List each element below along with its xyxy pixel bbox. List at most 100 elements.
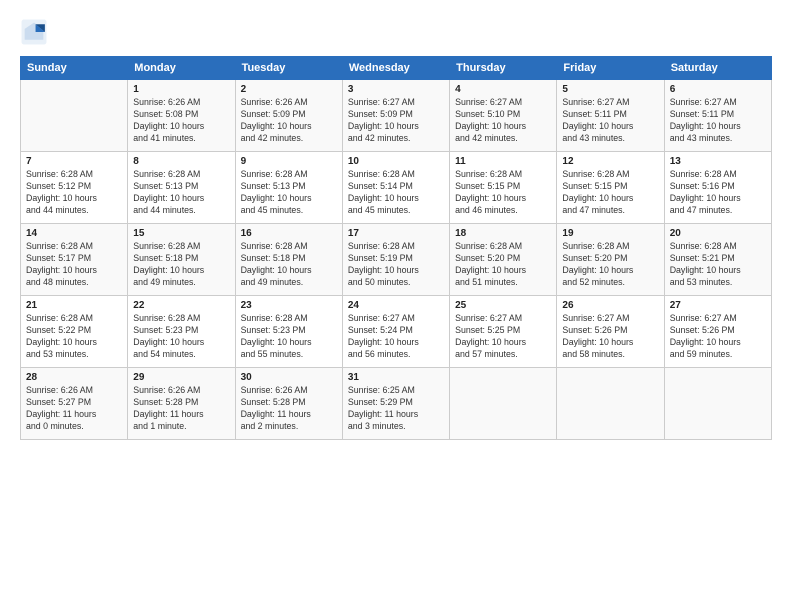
table-row: 10 Sunrise: 6:28 AM Sunset: 5:14 PM Dayli… xyxy=(342,152,449,224)
col-tuesday: Tuesday xyxy=(235,57,342,80)
day-number: 23 xyxy=(241,300,337,311)
day-number: 12 xyxy=(562,156,658,167)
day-number: 10 xyxy=(348,156,444,167)
day-info: Sunrise: 6:26 AM Sunset: 5:27 PM Dayligh… xyxy=(26,385,122,433)
table-row: 16 Sunrise: 6:28 AM Sunset: 5:18 PM Dayli… xyxy=(235,224,342,296)
table-row: 5 Sunrise: 6:27 AM Sunset: 5:11 PM Daylig… xyxy=(557,80,664,152)
day-info: Sunrise: 6:28 AM Sunset: 5:23 PM Dayligh… xyxy=(133,313,229,361)
table-row: 2 Sunrise: 6:26 AM Sunset: 5:09 PM Daylig… xyxy=(235,80,342,152)
table-row: 4 Sunrise: 6:27 AM Sunset: 5:10 PM Daylig… xyxy=(450,80,557,152)
table-row: 31 Sunrise: 6:25 AM Sunset: 5:29 PM Dayli… xyxy=(342,368,449,440)
col-thursday: Thursday xyxy=(450,57,557,80)
calendar-week-row: 14 Sunrise: 6:28 AM Sunset: 5:17 PM Dayli… xyxy=(21,224,772,296)
table-row: 1 Sunrise: 6:26 AM Sunset: 5:08 PM Daylig… xyxy=(128,80,235,152)
table-row: 8Sunrise: 6:28 AM Sunset: 5:13 PM Daylig… xyxy=(128,152,235,224)
day-info: Sunrise: 6:28 AM Sunset: 5:18 PM Dayligh… xyxy=(241,241,337,289)
day-number: 4 xyxy=(455,84,551,95)
day-number: 31 xyxy=(348,372,444,383)
day-number: 6 xyxy=(670,84,766,95)
day-number: 18 xyxy=(455,228,551,239)
table-row xyxy=(664,368,771,440)
day-info: Sunrise: 6:28 AM Sunset: 5:12 PM Dayligh… xyxy=(26,169,122,217)
day-info: Sunrise: 6:28 AM Sunset: 5:13 PM Dayligh… xyxy=(241,169,337,217)
table-row: 12 Sunrise: 6:28 AM Sunset: 5:15 PM Dayli… xyxy=(557,152,664,224)
day-info: Sunrise: 6:25 AM Sunset: 5:29 PM Dayligh… xyxy=(348,385,444,433)
day-number: 17 xyxy=(348,228,444,239)
day-number: 2 xyxy=(241,84,337,95)
day-number: 22 xyxy=(133,300,229,311)
day-info: Sunrise: 6:27 AM Sunset: 5:26 PM Dayligh… xyxy=(562,313,658,361)
day-info: Sunrise: 6:28 AM Sunset: 5:21 PM Dayligh… xyxy=(670,241,766,289)
day-number: 7 xyxy=(26,156,122,167)
table-row: 14 Sunrise: 6:28 AM Sunset: 5:17 PM Dayli… xyxy=(21,224,128,296)
table-row: 9 Sunrise: 6:28 AM Sunset: 5:13 PM Daylig… xyxy=(235,152,342,224)
table-row: 22 Sunrise: 6:28 AM Sunset: 5:23 PM Dayli… xyxy=(128,296,235,368)
col-wednesday: Wednesday xyxy=(342,57,449,80)
day-info: Sunrise: 6:28 AM Sunset: 5:16 PM Dayligh… xyxy=(670,169,766,217)
day-info: Sunrise: 6:27 AM Sunset: 5:11 PM Dayligh… xyxy=(670,97,766,145)
day-number: 29 xyxy=(133,372,229,383)
day-info: Sunrise: 6:27 AM Sunset: 5:10 PM Dayligh… xyxy=(455,97,551,145)
day-info: Sunrise: 6:28 AM Sunset: 5:20 PM Dayligh… xyxy=(455,241,551,289)
table-row: 27 Sunrise: 6:27 AM Sunset: 5:26 PM Dayli… xyxy=(664,296,771,368)
header xyxy=(20,18,772,46)
day-number: 19 xyxy=(562,228,658,239)
day-number: 25 xyxy=(455,300,551,311)
table-row: 28 Sunrise: 6:26 AM Sunset: 5:27 PM Dayli… xyxy=(21,368,128,440)
table-row: 13 Sunrise: 6:28 AM Sunset: 5:16 PM Dayli… xyxy=(664,152,771,224)
table-row: 17Sunrise: 6:28 AM Sunset: 5:19 PM Dayli… xyxy=(342,224,449,296)
day-number: 5 xyxy=(562,84,658,95)
day-number: 3 xyxy=(348,84,444,95)
day-number: 28 xyxy=(26,372,122,383)
table-row: 20Sunrise: 6:28 AM Sunset: 5:21 PM Dayli… xyxy=(664,224,771,296)
calendar-week-row: 1 Sunrise: 6:26 AM Sunset: 5:08 PM Daylig… xyxy=(21,80,772,152)
table-row xyxy=(557,368,664,440)
table-row: 21 Sunrise: 6:28 AM Sunset: 5:22 PM Dayli… xyxy=(21,296,128,368)
day-info: Sunrise: 6:28 AM Sunset: 5:20 PM Dayligh… xyxy=(562,241,658,289)
day-number: 21 xyxy=(26,300,122,311)
table-row: 3 Sunrise: 6:27 AM Sunset: 5:09 PM Daylig… xyxy=(342,80,449,152)
table-row: 30 Sunrise: 6:26 AM Sunset: 5:28 PM Dayli… xyxy=(235,368,342,440)
day-number: 30 xyxy=(241,372,337,383)
day-number: 16 xyxy=(241,228,337,239)
calendar-table: Sunday Monday Tuesday Wednesday Thursday… xyxy=(20,56,772,440)
day-info: Sunrise: 6:26 AM Sunset: 5:28 PM Dayligh… xyxy=(133,385,229,433)
day-number: 13 xyxy=(670,156,766,167)
table-row: 7 Sunrise: 6:28 AM Sunset: 5:12 PM Daylig… xyxy=(21,152,128,224)
day-number: 27 xyxy=(670,300,766,311)
table-row: 6 Sunrise: 6:27 AM Sunset: 5:11 PM Daylig… xyxy=(664,80,771,152)
day-info: Sunrise: 6:26 AM Sunset: 5:28 PM Dayligh… xyxy=(241,385,337,433)
table-row: 24Sunrise: 6:27 AM Sunset: 5:24 PM Dayli… xyxy=(342,296,449,368)
day-number: 24 xyxy=(348,300,444,311)
day-info: Sunrise: 6:27 AM Sunset: 5:09 PM Dayligh… xyxy=(348,97,444,145)
day-info: Sunrise: 6:26 AM Sunset: 5:08 PM Dayligh… xyxy=(133,97,229,145)
calendar-header-row: Sunday Monday Tuesday Wednesday Thursday… xyxy=(21,57,772,80)
day-info: Sunrise: 6:28 AM Sunset: 5:17 PM Dayligh… xyxy=(26,241,122,289)
day-info: Sunrise: 6:27 AM Sunset: 5:25 PM Dayligh… xyxy=(455,313,551,361)
day-info: Sunrise: 6:28 AM Sunset: 5:18 PM Dayligh… xyxy=(133,241,229,289)
table-row: 19 Sunrise: 6:28 AM Sunset: 5:20 PM Dayli… xyxy=(557,224,664,296)
day-info: Sunrise: 6:27 AM Sunset: 5:11 PM Dayligh… xyxy=(562,97,658,145)
day-number: 1 xyxy=(133,84,229,95)
day-info: Sunrise: 6:28 AM Sunset: 5:14 PM Dayligh… xyxy=(348,169,444,217)
day-number: 15 xyxy=(133,228,229,239)
col-monday: Monday xyxy=(128,57,235,80)
table-row: 11Sunrise: 6:28 AM Sunset: 5:15 PM Dayli… xyxy=(450,152,557,224)
day-info: Sunrise: 6:28 AM Sunset: 5:15 PM Dayligh… xyxy=(562,169,658,217)
day-info: Sunrise: 6:27 AM Sunset: 5:26 PM Dayligh… xyxy=(670,313,766,361)
col-friday: Friday xyxy=(557,57,664,80)
day-info: Sunrise: 6:28 AM Sunset: 5:23 PM Dayligh… xyxy=(241,313,337,361)
logo-icon xyxy=(20,18,48,46)
day-info: Sunrise: 6:28 AM Sunset: 5:15 PM Dayligh… xyxy=(455,169,551,217)
table-row: 18 Sunrise: 6:28 AM Sunset: 5:20 PM Dayli… xyxy=(450,224,557,296)
day-info: Sunrise: 6:28 AM Sunset: 5:22 PM Dayligh… xyxy=(26,313,122,361)
col-saturday: Saturday xyxy=(664,57,771,80)
calendar-week-row: 28 Sunrise: 6:26 AM Sunset: 5:27 PM Dayli… xyxy=(21,368,772,440)
table-row: 29 Sunrise: 6:26 AM Sunset: 5:28 PM Dayli… xyxy=(128,368,235,440)
table-row xyxy=(450,368,557,440)
day-number: 9 xyxy=(241,156,337,167)
day-number: 14 xyxy=(26,228,122,239)
day-info: Sunrise: 6:26 AM Sunset: 5:09 PM Dayligh… xyxy=(241,97,337,145)
page: Sunday Monday Tuesday Wednesday Thursday… xyxy=(0,0,792,612)
day-number: 26 xyxy=(562,300,658,311)
